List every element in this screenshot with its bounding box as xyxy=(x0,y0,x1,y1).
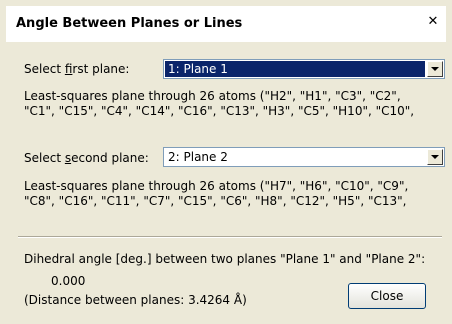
second-plane-selected-value: 2: Plane 2 xyxy=(168,150,228,164)
chevron-down-icon[interactable] xyxy=(427,61,443,77)
separator xyxy=(18,236,442,238)
window-title: Angle Between Planes or Lines xyxy=(16,16,243,31)
distance-between-planes: (Distance between planes: 3.4264 Å) xyxy=(24,293,247,307)
title-bar[interactable]: Angle Between Planes or Lines ✕ xyxy=(6,6,446,42)
first-plane-description-line2: "C1", "C15", "C4", "C14", "C16", "C13", … xyxy=(24,104,415,118)
second-plane-description: Least-squares plane through 26 atoms ("H… xyxy=(24,179,408,209)
dialog-window: Angle Between Planes or Lines ✕ Select f… xyxy=(0,0,452,324)
chevron-down-icon[interactable] xyxy=(427,149,443,165)
first-plane-label-pre: Select xyxy=(24,62,65,76)
first-plane-description-line1: Least-squares plane through 26 atoms ("H… xyxy=(24,89,401,103)
first-plane-select[interactable]: 1: Plane 1 xyxy=(163,59,445,79)
second-plane-label: Select second plane: xyxy=(24,151,149,165)
second-plane-description-line1: Least-squares plane through 26 atoms ("H… xyxy=(24,179,409,193)
first-plane-label: Select first plane: xyxy=(24,62,129,76)
second-plane-description-line2: "C8", "C16", "C11", "C7", "C15", "C6", "… xyxy=(24,194,407,208)
dihedral-angle-label: Dihedral angle [deg.] between two planes… xyxy=(24,252,426,266)
second-plane-label-post: econd plane: xyxy=(71,151,149,165)
first-plane-selected-value: 1: Plane 1 xyxy=(165,61,425,77)
close-button[interactable]: Close xyxy=(348,283,426,309)
second-plane-select[interactable]: 2: Plane 2 xyxy=(163,147,445,167)
close-icon[interactable]: ✕ xyxy=(426,15,440,29)
first-plane-label-post: irst plane: xyxy=(72,62,130,76)
first-plane-description: Least-squares plane through 26 atoms ("H… xyxy=(24,89,414,119)
dihedral-angle-value: 0.000 xyxy=(51,274,86,288)
second-plane-label-pre: Select xyxy=(24,151,65,165)
dialog-body: Select first plane: 1: Plane 1 Least-squ… xyxy=(6,42,446,318)
